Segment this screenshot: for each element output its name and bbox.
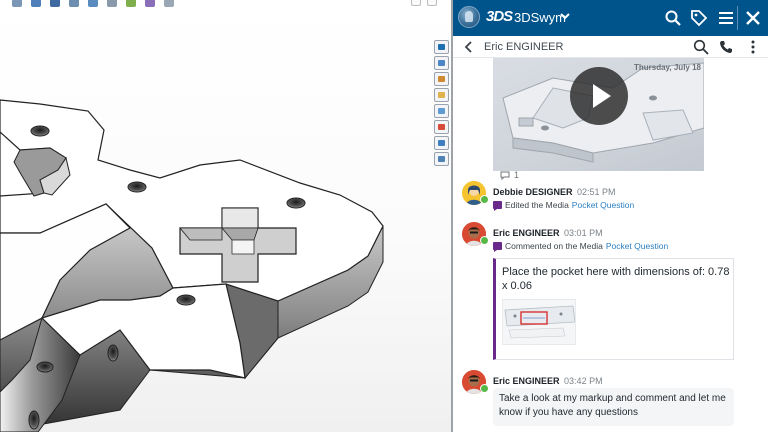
post-author-line: Eric ENGINEER 03:01 PM xyxy=(493,228,603,238)
message-bubble[interactable]: Take a look at my markup and comment and… xyxy=(493,388,734,426)
video-date-label: Thursday, July 18 xyxy=(634,63,701,72)
post-author[interactable]: Eric ENGINEER xyxy=(493,228,560,238)
conversation-title: Eric ENGINEER xyxy=(484,41,564,53)
minimize-icon[interactable] xyxy=(411,0,421,6)
compass-icon[interactable] xyxy=(458,6,480,28)
close-icon[interactable] xyxy=(744,9,762,27)
online-status-indicator xyxy=(480,384,489,393)
post-author[interactable]: Debbie DESIGNER xyxy=(493,187,573,197)
header-separator xyxy=(737,6,738,30)
phone-icon[interactable] xyxy=(719,40,733,54)
task-pane-tabs xyxy=(434,40,450,166)
app-window: 3DS 3DSwym Eric ENGINEER Thursday, July … xyxy=(0,0,768,432)
appearances-icon[interactable] xyxy=(434,120,449,134)
post-time: 02:51 PM xyxy=(577,187,616,197)
comment-count[interactable]: 1 xyxy=(500,170,519,180)
markup-image[interactable] xyxy=(502,299,576,345)
conversation-feed[interactable]: Thursday, July 18 1 Debbie DESIGNER 02:5… xyxy=(453,58,768,432)
online-status-indicator xyxy=(480,195,489,204)
post-time: 03:42 PM xyxy=(564,376,603,386)
pocket-back-wall xyxy=(221,207,259,229)
media-activity-icon xyxy=(493,242,502,252)
pocket-boss xyxy=(231,239,255,255)
post-author-line: Eric ENGINEER 03:42 PM xyxy=(493,376,603,386)
app-name[interactable]: 3DSwym xyxy=(514,10,566,25)
back-arrow-icon[interactable] xyxy=(464,40,474,54)
media-activity-icon xyxy=(493,201,502,211)
search-icon[interactable] xyxy=(664,9,682,27)
play-button[interactable] xyxy=(570,67,628,125)
ds-logo: 3DS xyxy=(486,8,513,25)
side-hole-1 xyxy=(107,344,119,362)
conversation-search-icon[interactable] xyxy=(693,39,709,55)
custom-properties-icon[interactable] xyxy=(434,136,449,150)
home-icon[interactable] xyxy=(434,152,449,166)
more-options-icon[interactable] xyxy=(750,39,756,55)
post-action: Edited the Media Pocket Question xyxy=(493,200,634,211)
comment-icon xyxy=(500,171,510,180)
resources-icon[interactable] xyxy=(434,56,449,70)
machined-part-model[interactable] xyxy=(0,0,451,432)
post-time: 03:01 PM xyxy=(564,228,603,238)
hole-3 xyxy=(286,197,306,209)
design-library-icon[interactable] xyxy=(434,72,449,86)
swym-panel: 3DS 3DSwym Eric ENGINEER Thursday, July … xyxy=(453,0,768,432)
chevron-down-icon[interactable] xyxy=(560,9,570,23)
hole-2 xyxy=(127,181,147,193)
hole-4 xyxy=(176,294,196,306)
post-action-text: Edited the Media xyxy=(505,200,569,210)
cad-window-controls xyxy=(411,0,437,6)
view-palette-icon[interactable] xyxy=(434,104,449,118)
comment-card[interactable]: Place the pocket here with dimensions of… xyxy=(493,258,734,360)
menu-icon[interactable] xyxy=(717,9,735,27)
side-hole-2 xyxy=(28,410,40,430)
post-media-link[interactable]: Pocket Question xyxy=(572,200,634,210)
post-author-line: Debbie DESIGNER 02:51 PM xyxy=(493,187,616,197)
video-thumbnail[interactable]: Thursday, July 18 xyxy=(493,58,704,171)
restore-icon[interactable] xyxy=(427,0,437,6)
cad-viewport[interactable] xyxy=(0,0,451,432)
file-explorer-icon[interactable] xyxy=(434,88,449,102)
hole-1 xyxy=(30,125,50,137)
conversation-bar: Eric ENGINEER xyxy=(453,36,768,58)
comment-count-value: 1 xyxy=(514,170,520,180)
message-text: Take a look at my markup and comment and… xyxy=(499,393,726,418)
post-action-text: Commented on the Media xyxy=(505,241,603,251)
post-action: Commented on the Media Pocket Question xyxy=(493,241,668,252)
post-author[interactable]: Eric ENGINEER xyxy=(493,376,560,386)
tag-icon[interactable] xyxy=(690,9,708,27)
3dexperience-icon[interactable] xyxy=(434,40,449,54)
hole-5 xyxy=(36,361,54,373)
post-media-link[interactable]: Pocket Question xyxy=(606,241,668,251)
comment-text: Place the pocket here with dimensions of… xyxy=(502,266,730,292)
swym-header: 3DS 3DSwym xyxy=(453,0,768,36)
online-status-indicator xyxy=(480,236,489,245)
